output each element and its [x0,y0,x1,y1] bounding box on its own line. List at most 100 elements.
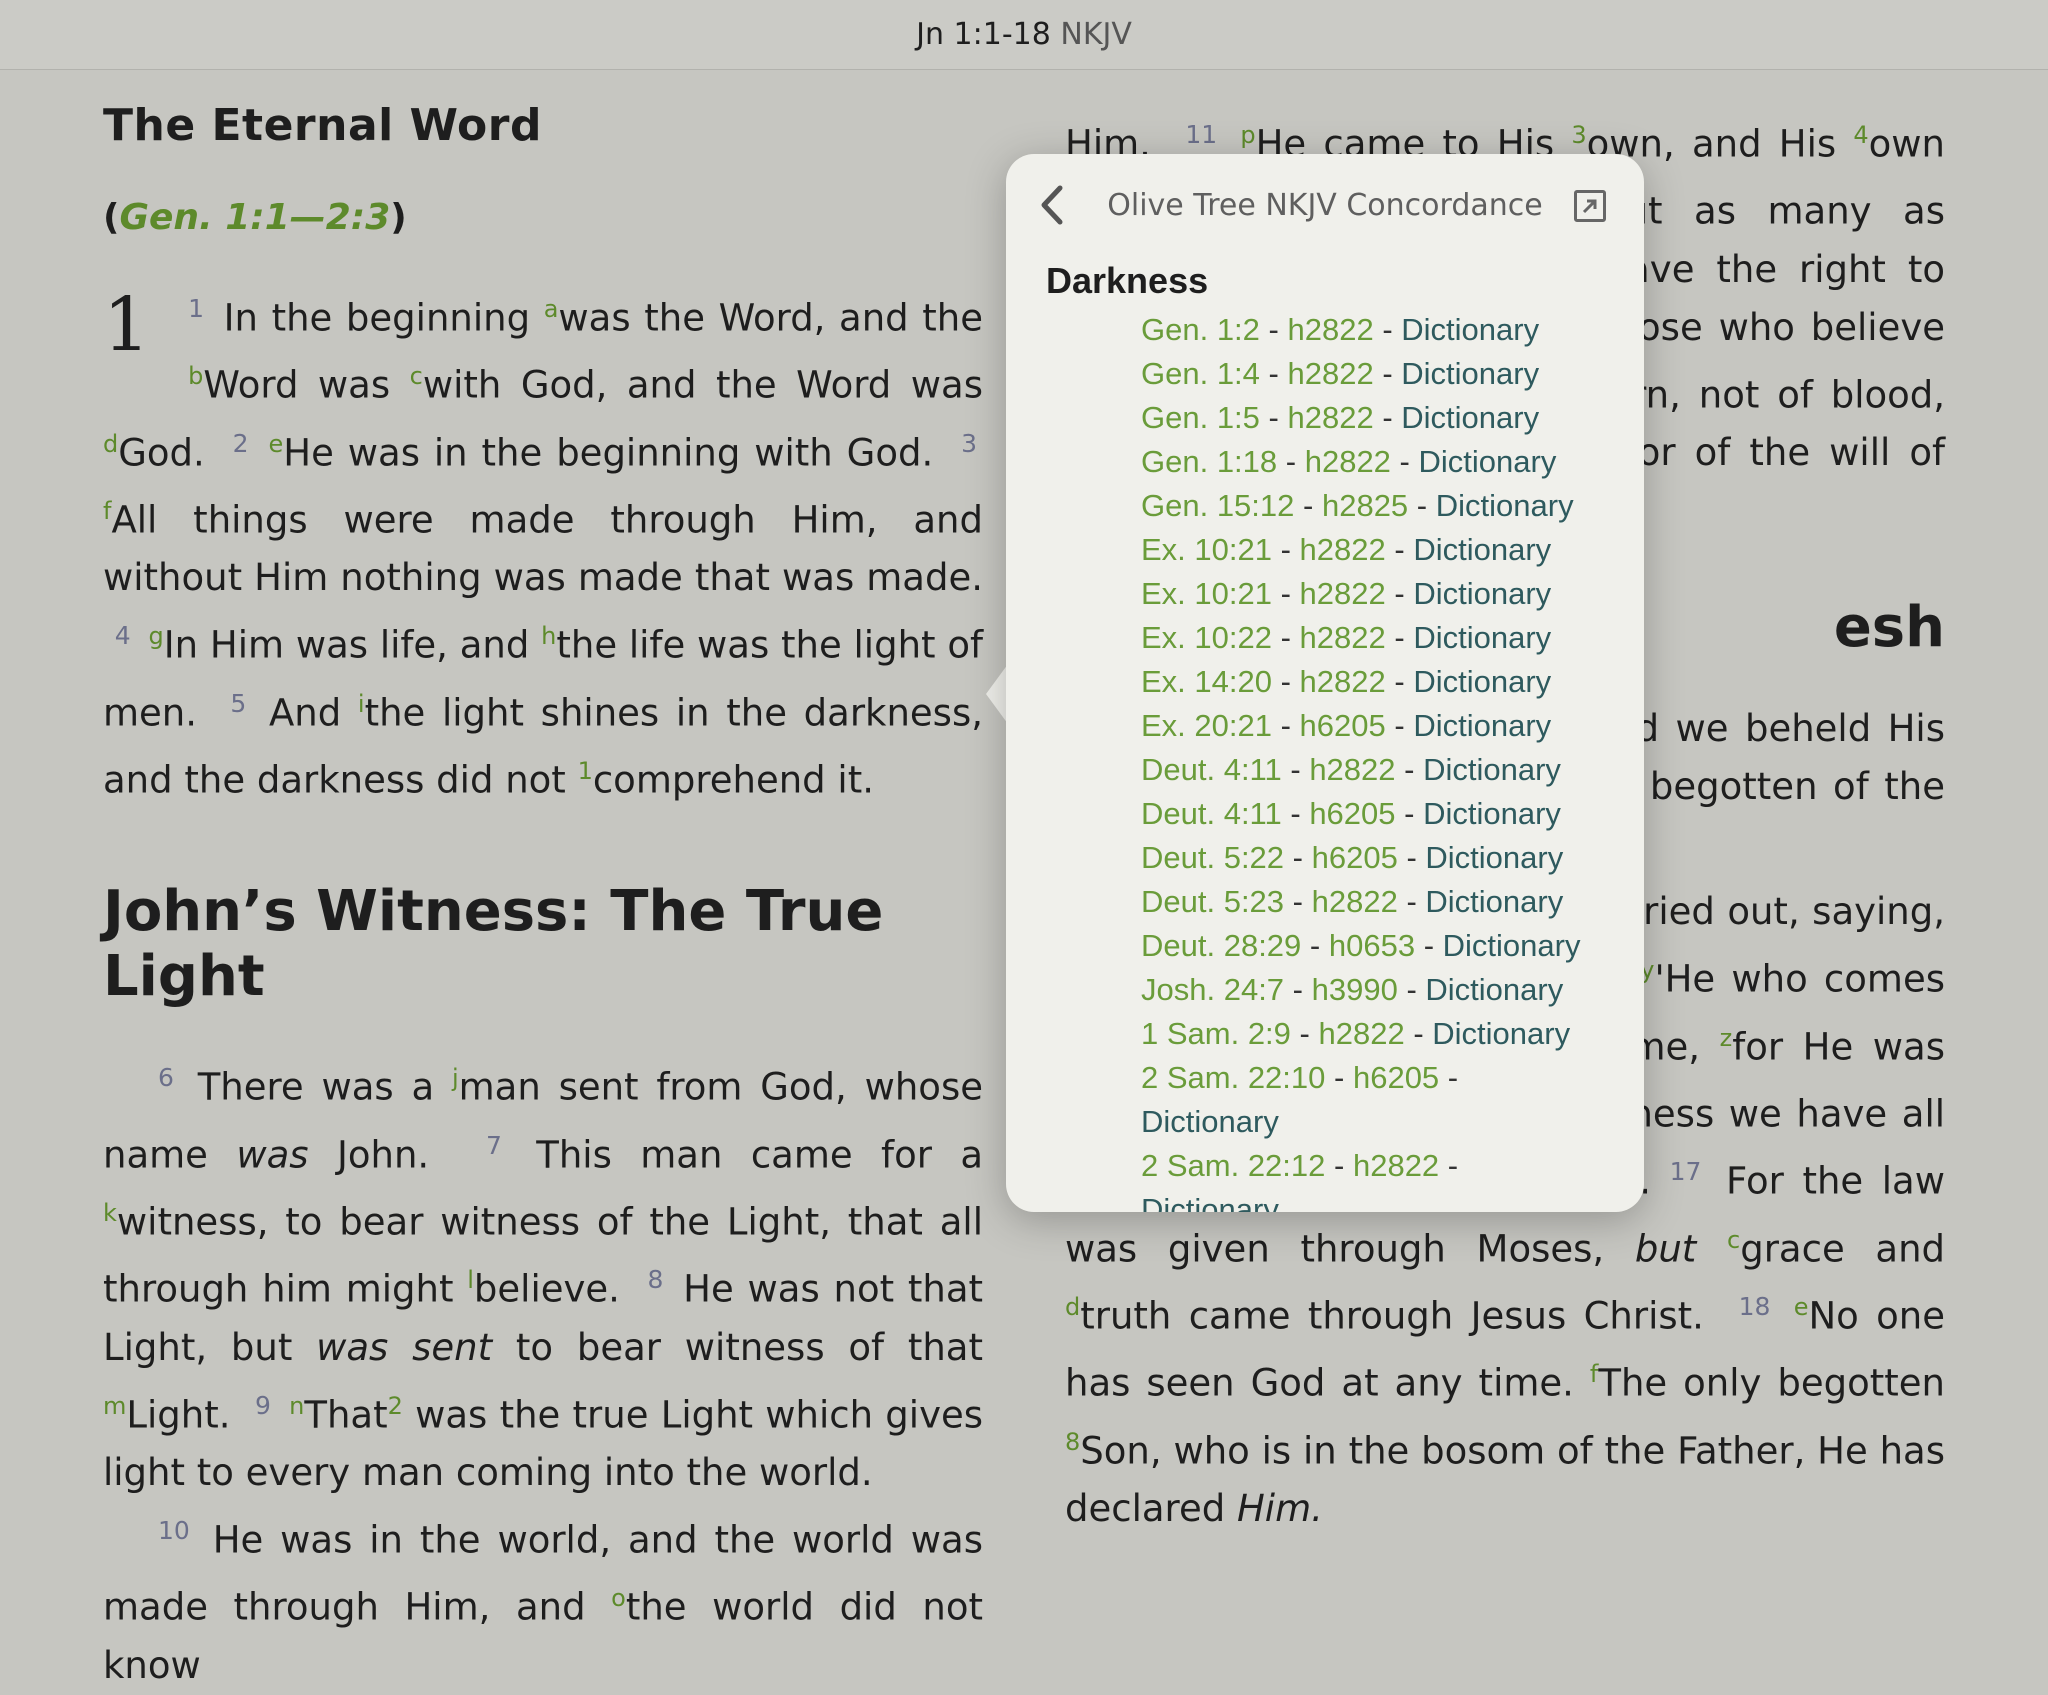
cross-reference[interactable]: (Gen. 1:1—2:3) [103,197,983,238]
concordance-popover[interactable]: Olive Tree NKJV Concordance Darkness Gen… [1006,154,1644,1212]
verse-ref-link[interactable]: 2 Sam. 22:10 [1141,1060,1325,1095]
concordance-row: Gen. 1:2 - h2822 - Dictionary [1141,308,1644,352]
separator: - [1395,752,1424,787]
dictionary-link[interactable]: Dictionary [1425,972,1563,1007]
strongs-code-link[interactable]: h2822 [1353,1148,1439,1183]
verse-ref-link[interactable]: Ex. 10:22 [1141,620,1272,655]
verse-ref-link[interactable]: 1 Sam. 2:9 [1141,1016,1291,1051]
dictionary-link[interactable]: Dictionary [1413,532,1551,567]
verse-ref-link[interactable]: Josh. 24:7 [1141,972,1284,1007]
xref-link[interactable]: Gen. 1:1—2:3 [119,197,390,238]
separator: - [1294,488,1322,523]
dictionary-link[interactable]: Dictionary [1432,1016,1570,1051]
dictionary-link[interactable]: Dictionary [1413,708,1551,743]
dictionary-link[interactable]: Dictionary [1423,752,1561,787]
dictionary-link[interactable]: Dictionary [1425,884,1563,919]
separator: - [1397,884,1426,919]
concordance-row: Ex. 10:21 - h2822 - Dictionary [1141,528,1644,572]
dictionary-link[interactable]: Dictionary [1401,356,1539,391]
strongs-code-link[interactable]: h6205 [1312,840,1398,875]
separator: - [1373,400,1402,435]
separator: - [1325,1060,1353,1095]
strongs-code-link[interactable]: h2822 [1318,1016,1404,1051]
popover-arrow [986,664,1008,724]
strongs-code-link[interactable]: h2825 [1322,488,1408,523]
strongs-code-link[interactable]: h2822 [1312,884,1398,919]
strongs-code-link[interactable]: h3990 [1312,972,1398,1007]
dictionary-link[interactable]: Dictionary [1141,1104,1279,1139]
dictionary-link[interactable]: Dictionary [1419,444,1557,479]
concordance-row: Gen. 15:12 - h2825 - Dictionary [1141,484,1644,528]
strongs-code-link[interactable]: h2822 [1305,444,1391,479]
separator: - [1408,488,1436,523]
verse-ref-link[interactable]: Gen. 1:4 [1141,356,1260,391]
concordance-row: Deut. 4:11 - h2822 - Dictionary [1141,748,1644,792]
separator: - [1404,1016,1433,1051]
separator: - [1390,444,1419,479]
dictionary-link[interactable]: Dictionary [1141,1192,1279,1212]
verse-ref-link[interactable]: Gen. 15:12 [1141,488,1294,523]
separator: - [1325,1148,1353,1183]
strongs-code-link[interactable]: h2822 [1300,532,1386,567]
verse-ref-link[interactable]: Deut. 28:29 [1141,928,1301,963]
verse-ref-link[interactable]: Gen. 1:5 [1141,400,1260,435]
dictionary-link[interactable]: Dictionary [1413,620,1551,655]
verse-ref-link[interactable]: Ex. 14:20 [1141,664,1272,699]
verse-ref-link[interactable]: Ex. 20:21 [1141,708,1272,743]
paragraph-verses-6-9[interactable]: 6 There was a jman sent from God, whose … [103,1049,983,1502]
verse-ref-link[interactable]: Deut. 4:11 [1141,796,1282,831]
strongs-code-link[interactable]: h2822 [1287,356,1373,391]
strongs-code-link[interactable]: h2822 [1300,620,1386,655]
separator: - [1385,576,1414,611]
strongs-code-link[interactable]: h6205 [1309,796,1395,831]
expand-icon[interactable] [1574,190,1606,222]
verse-ref-link[interactable]: Deut. 4:11 [1141,752,1282,787]
strongs-code-link[interactable]: h6205 [1300,708,1386,743]
paragraph-verse-10[interactable]: 10 He was in the world, and the world wa… [103,1502,983,1695]
concordance-row: Ex. 20:21 - h6205 - Dictionary [1141,704,1644,748]
strongs-code-link[interactable]: h6205 [1353,1060,1439,1095]
verse-ref-link[interactable]: Deut. 5:22 [1141,840,1284,875]
concordance-row: Deut. 28:29 - h0653 - Dictionary [1141,924,1644,968]
concordance-row: Ex. 14:20 - h2822 - Dictionary [1141,660,1644,704]
dictionary-link[interactable]: Dictionary [1436,488,1574,523]
verse-ref-link[interactable]: Ex. 10:21 [1141,532,1272,567]
dictionary-link[interactable]: Dictionary [1423,796,1561,831]
concordance-row: 2 Sam. 22:10 - h6205 - Dictionary [1141,1056,1521,1144]
strongs-code-link[interactable]: h2822 [1287,400,1373,435]
dictionary-link[interactable]: Dictionary [1413,664,1551,699]
separator: - [1271,708,1300,743]
separator: - [1373,356,1402,391]
strongs-code-link[interactable]: h0653 [1329,928,1415,963]
top-bar[interactable]: Jn 1:1-18 NKJV [0,0,2048,70]
strongs-code-link[interactable]: h2822 [1287,312,1373,347]
verse-ref-link[interactable]: Gen. 1:18 [1141,444,1277,479]
verse-ref-link[interactable]: Gen. 1:2 [1141,312,1260,347]
separator: - [1439,1148,1459,1183]
dictionary-link[interactable]: Dictionary [1413,576,1551,611]
separator: - [1415,928,1443,963]
separator: - [1284,884,1312,919]
popover-title: Olive Tree NKJV Concordance [1107,188,1543,223]
separator: - [1271,532,1300,567]
separator: - [1259,400,1288,435]
verse-ref-link[interactable]: 2 Sam. 22:12 [1141,1148,1325,1183]
verse-ref-link[interactable]: Deut. 5:23 [1141,884,1284,919]
paragraph-verses-1-5[interactable]: 11 In the beginning awas the Word, and t… [103,280,983,809]
separator: - [1284,840,1312,875]
concordance-row: Deut. 4:11 - h6205 - Dictionary [1141,792,1644,836]
concordance-row: Deut. 5:23 - h2822 - Dictionary [1141,880,1644,924]
separator: - [1395,796,1424,831]
strongs-code-link[interactable]: h2822 [1300,576,1386,611]
verse-ref-link[interactable]: Ex. 10:21 [1141,576,1272,611]
dictionary-link[interactable]: Dictionary [1425,840,1563,875]
dictionary-link[interactable]: Dictionary [1443,928,1581,963]
concordance-row: Gen. 1:18 - h2822 - Dictionary [1141,440,1644,484]
strongs-code-link[interactable]: h2822 [1309,752,1395,787]
separator: - [1284,972,1312,1007]
concordance-word: Darkness [1046,260,1209,301]
dictionary-link[interactable]: Dictionary [1401,400,1539,435]
strongs-code-link[interactable]: h2822 [1300,664,1386,699]
section-heading-eternal-word: The Eternal Word [103,100,542,151]
dictionary-link[interactable]: Dictionary [1401,312,1539,347]
